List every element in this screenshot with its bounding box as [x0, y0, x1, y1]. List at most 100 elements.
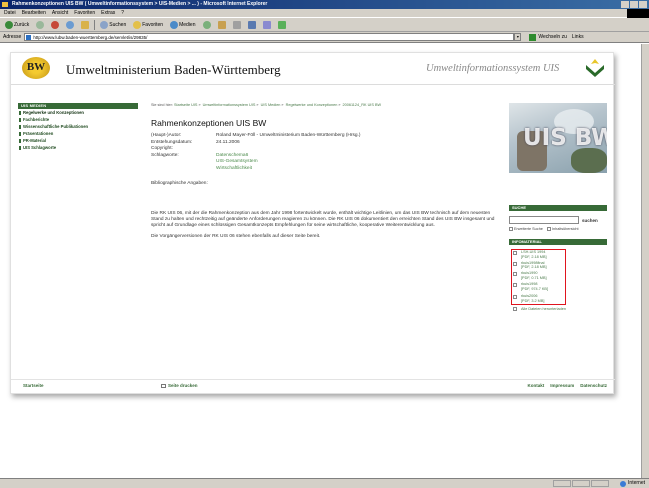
extended-search-option[interactable]: Erweiterte Suche [509, 227, 543, 231]
description-text: Die RK UIS 06, mit der die Rahmenkonzept… [151, 211, 495, 228]
footer-links: Kontakt Impressum Datenschutz [527, 383, 607, 388]
right-column: UIS BW SUCHE suchen Erweiterte Suche Inh… [509, 103, 607, 312]
home-button[interactable] [79, 19, 91, 30]
messenger-button[interactable] [276, 19, 288, 30]
star-icon [133, 20, 142, 29]
status-cells [553, 480, 609, 487]
breadcrumb-item[interactable]: Umweltinformationssystem UIS [203, 103, 256, 107]
footer-privacy-link[interactable]: Datenschutz [580, 383, 607, 388]
menu-ansicht[interactable]: Ansicht [52, 9, 68, 17]
stop-button[interactable] [49, 19, 61, 30]
infomaterial-heading: INFOMATERIAL [509, 239, 607, 245]
forward-arrow-icon [36, 20, 45, 29]
bullet-icon [19, 131, 21, 136]
keyword-link[interactable]: Wirtschaftlichkeit [216, 166, 258, 173]
mail-icon [217, 20, 226, 29]
breadcrumb-item[interactable]: Regelwerke und Konzeptionen [286, 103, 338, 107]
breadcrumb-item[interactable]: Startseite UIS [174, 103, 197, 107]
go-arrow-icon [529, 33, 537, 41]
address-value: http://www.lubw.baden-wuerttemberg.de/se… [33, 35, 148, 40]
footer-contact-link[interactable]: Kontakt [527, 383, 544, 388]
discuss-icon [262, 20, 271, 29]
address-bar: Adresse http://www.lubw.baden-wuerttembe… [0, 32, 649, 43]
nav-item-praesentationen[interactable]: Präsentationen [18, 130, 138, 137]
breadcrumb-current: 20061124_RK UIS BW [342, 103, 382, 107]
site-header: BW Umweltministerium Baden-Württemberg U… [11, 53, 615, 85]
menu-extras[interactable]: Extras [101, 9, 115, 17]
status-bar: Internet [0, 478, 649, 488]
infomaterial-list: LSH-UIS 1994 [PDF, 2.18 MB] rkuis1998fina… [509, 249, 607, 312]
edit-icon [247, 20, 256, 29]
keyword-link[interactable]: UIS-Gesamtsystem [216, 159, 258, 166]
edit-button[interactable] [246, 19, 258, 30]
window-controls [621, 1, 647, 8]
bw-logo[interactable]: BW [18, 55, 54, 81]
meta-row-keywords: Schlagworte: Datenschema6 UIS-Gesamtsyst… [151, 152, 258, 173]
menu-bearbeiten[interactable]: Bearbeiten [22, 9, 46, 17]
predecessor-note: Die Vorgängerversionen der RK UIS 06 ste… [151, 234, 321, 239]
print-icon [232, 20, 241, 29]
windows-logo-icon [627, 9, 649, 18]
browser-viewport: BW Umweltministerium Baden-Württemberg U… [0, 44, 641, 478]
breadcrumb: Sie sind hier: Startseite UIS» Umweltinf… [151, 103, 382, 107]
go-button[interactable]: Wechseln zu [529, 33, 567, 41]
bullet-icon [19, 124, 21, 129]
left-navigation: UIS MEDIEN Regelwerke und Konzeptionen F… [18, 103, 138, 151]
footer-start-link[interactable]: Startseite [23, 383, 44, 388]
media-button[interactable]: Medien [168, 19, 197, 30]
toolbar-separator [94, 19, 96, 30]
search-icon [100, 20, 109, 29]
vertical-scrollbar[interactable] [641, 44, 649, 478]
refresh-icon [66, 20, 75, 29]
nav-item-schlagworte[interactable]: UIS Schlagworte [18, 144, 138, 151]
print-button[interactable] [231, 19, 243, 30]
search-options: Erweiterte Suche Inhaltsübersicht [509, 227, 607, 231]
nav-item-regelwerke[interactable]: Regelwerke und Konzeptionen [18, 109, 138, 116]
globe-icon [620, 480, 627, 487]
search-button[interactable]: Suchen [98, 19, 128, 30]
favorites-button[interactable]: Favoriten [131, 19, 165, 30]
back-arrow-icon [5, 20, 13, 29]
search-heading: SUCHE [509, 205, 607, 211]
search-input[interactable] [509, 216, 579, 224]
back-button[interactable]: Zurück [3, 19, 31, 30]
home-icon [81, 20, 90, 29]
forward-button[interactable] [34, 19, 46, 30]
page-icon [26, 35, 32, 40]
address-dropdown-button[interactable]: ▾ [514, 33, 522, 41]
footer-imprint-link[interactable]: Impressum [550, 383, 574, 388]
site-title: Umweltministerium Baden-Württemberg [66, 62, 281, 77]
breadcrumb-item[interactable]: UIS Medien [261, 103, 281, 107]
menu-datei[interactable]: Datei [4, 9, 16, 17]
content-overview-option[interactable]: Inhaltsübersicht [546, 227, 579, 231]
nav-item-fachberichte[interactable]: Fachberichte [18, 116, 138, 123]
window-title: Rahmenkonzeptionen UIS BW ( Umweltinform… [12, 1, 268, 7]
links-button[interactable]: Links [572, 34, 584, 40]
nav-item-publikationen[interactable]: Wissenschaftliche Publikationen [18, 123, 138, 130]
minimize-button[interactable] [621, 1, 629, 8]
site-footer: Startseite Seite drucken Kontakt Impress… [11, 379, 615, 389]
history-button[interactable] [201, 19, 213, 30]
menu-help[interactable]: ? [121, 9, 124, 17]
stop-icon [51, 20, 60, 29]
maximize-button[interactable] [630, 1, 638, 8]
banner-text: UIS BW [523, 125, 607, 151]
mail-button[interactable] [216, 19, 228, 30]
checkbox-icon [546, 227, 551, 231]
address-input[interactable]: http://www.lubw.baden-wuerttemberg.de/se… [24, 33, 515, 41]
discuss-button[interactable] [261, 19, 273, 30]
search-row: suchen [509, 216, 607, 224]
main-content: Sie sind hier: Startseite UIS» Umweltinf… [151, 103, 501, 240]
search-submit-button[interactable]: suchen [582, 218, 598, 223]
messenger-icon [277, 20, 286, 29]
download-all-button[interactable]: Alle Dateien herunterladen [513, 307, 607, 312]
address-label: Adresse [3, 34, 22, 40]
footer-print-link[interactable]: Seite drucken [161, 383, 198, 388]
close-button[interactable] [639, 1, 647, 8]
bullet-icon [19, 145, 21, 150]
menu-favoriten[interactable]: Favoriten [74, 9, 95, 17]
ie-icon [2, 2, 8, 7]
uis-bw-banner-image: UIS BW [509, 103, 607, 173]
nav-item-pr-material[interactable]: PR-Material [18, 137, 138, 144]
refresh-button[interactable] [64, 19, 76, 30]
